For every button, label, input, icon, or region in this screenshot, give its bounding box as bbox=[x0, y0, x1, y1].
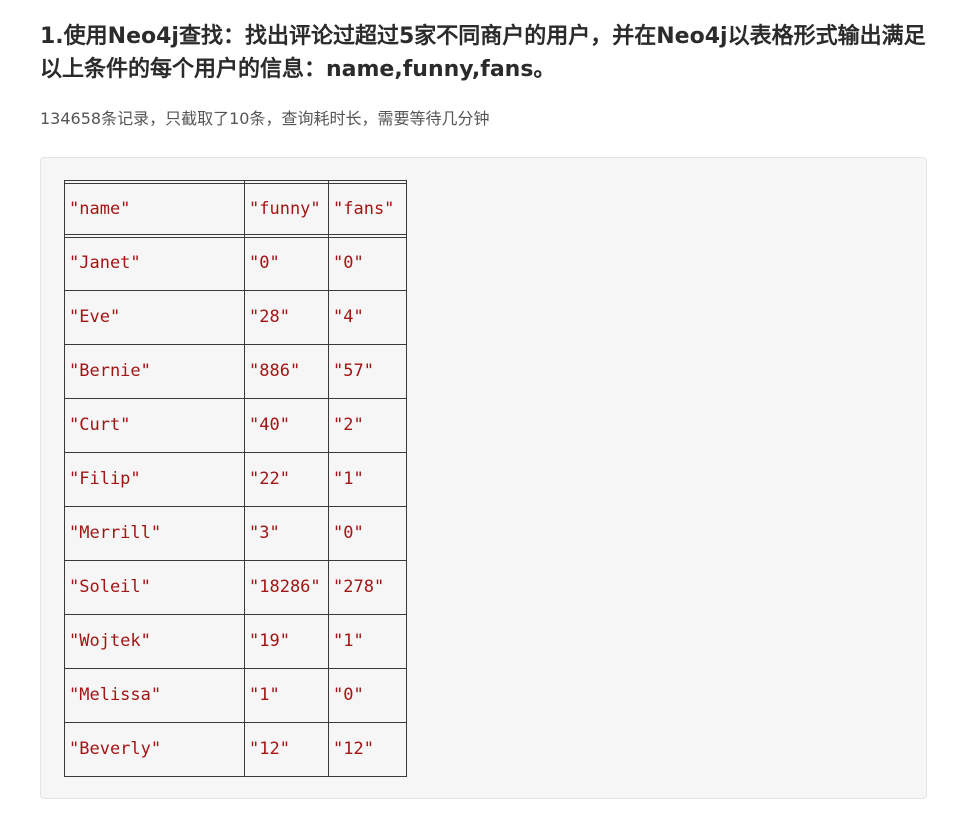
cell-funny: "3" bbox=[249, 523, 280, 543]
table-row: "Melissa" "1" "0" bbox=[64, 671, 407, 719]
page-heading: 1.使用Neo4j查找：找出评论过超过5家不同商户的用户，并在Neo4j以表格形… bbox=[40, 24, 926, 82]
table-row: "Soleil" "18286" "278" bbox=[64, 563, 407, 611]
cell-name: "Soleil" bbox=[69, 577, 151, 597]
cell-fans: "0" bbox=[333, 253, 364, 273]
cell-funny: "18286" bbox=[249, 577, 321, 597]
cell-fans: "1" bbox=[333, 469, 364, 489]
table-row: "Merrill" "3" "0" bbox=[64, 509, 407, 557]
column-header-name: "name" bbox=[69, 199, 131, 219]
table-row: "Curt" "40" "2" bbox=[64, 401, 407, 449]
code-block: "name" "funny" "fans" "Janet" "0" "0" "Eve" "28… bbox=[40, 157, 927, 799]
cell-fans: "57" bbox=[333, 361, 374, 381]
result-table: "name" "funny" "fans" "Janet" "0" "0" "Eve" "28… bbox=[64, 179, 407, 779]
cell-funny: "12" bbox=[249, 739, 290, 759]
column-header-fans: "fans" bbox=[333, 199, 395, 219]
table-rule bbox=[64, 773, 407, 779]
cell-fans: "4" bbox=[333, 307, 364, 327]
cell-name: "Melissa" bbox=[69, 685, 162, 705]
cell-funny: "19" bbox=[249, 631, 290, 651]
cell-name: "Wojtek" bbox=[69, 631, 151, 651]
cell-funny: "28" bbox=[249, 307, 290, 327]
cell-name: "Beverly" bbox=[69, 739, 162, 759]
cell-fans: "2" bbox=[333, 415, 364, 435]
cell-fans: "0" bbox=[333, 523, 364, 543]
cell-name: "Eve" bbox=[69, 307, 121, 327]
cell-fans: "1" bbox=[333, 631, 364, 651]
cell-name: "Bernie" bbox=[69, 361, 151, 381]
cell-funny: "0" bbox=[249, 253, 280, 273]
table-row: "Filip" "22" "1" bbox=[64, 455, 407, 503]
table-row: "Eve" "28" "4" bbox=[64, 293, 407, 341]
table-row: "Beverly" "12" "12" bbox=[64, 725, 407, 773]
result-note: 134658条记录，只截取了10条，查询耗时长，需要等待几分钟 bbox=[40, 109, 490, 128]
cell-funny: "886" bbox=[249, 361, 301, 381]
cell-name: "Merrill" bbox=[69, 523, 162, 543]
cell-funny: "22" bbox=[249, 469, 290, 489]
cell-fans: "278" bbox=[333, 577, 385, 597]
cell-name: "Janet" bbox=[69, 253, 141, 273]
cell-fans: "0" bbox=[333, 685, 364, 705]
table-header-row: "name" "funny" "fans" bbox=[64, 185, 407, 233]
table-row: "Bernie" "886" "57" bbox=[64, 347, 407, 395]
cell-funny: "1" bbox=[249, 685, 280, 705]
table-row: "Janet" "0" "0" bbox=[64, 239, 407, 287]
column-header-funny: "funny" bbox=[249, 199, 321, 219]
cell-name: "Curt" bbox=[69, 415, 131, 435]
cell-name: "Filip" bbox=[69, 469, 141, 489]
table-row: "Wojtek" "19" "1" bbox=[64, 617, 407, 665]
cell-fans: "12" bbox=[333, 739, 374, 759]
cell-funny: "40" bbox=[249, 415, 290, 435]
